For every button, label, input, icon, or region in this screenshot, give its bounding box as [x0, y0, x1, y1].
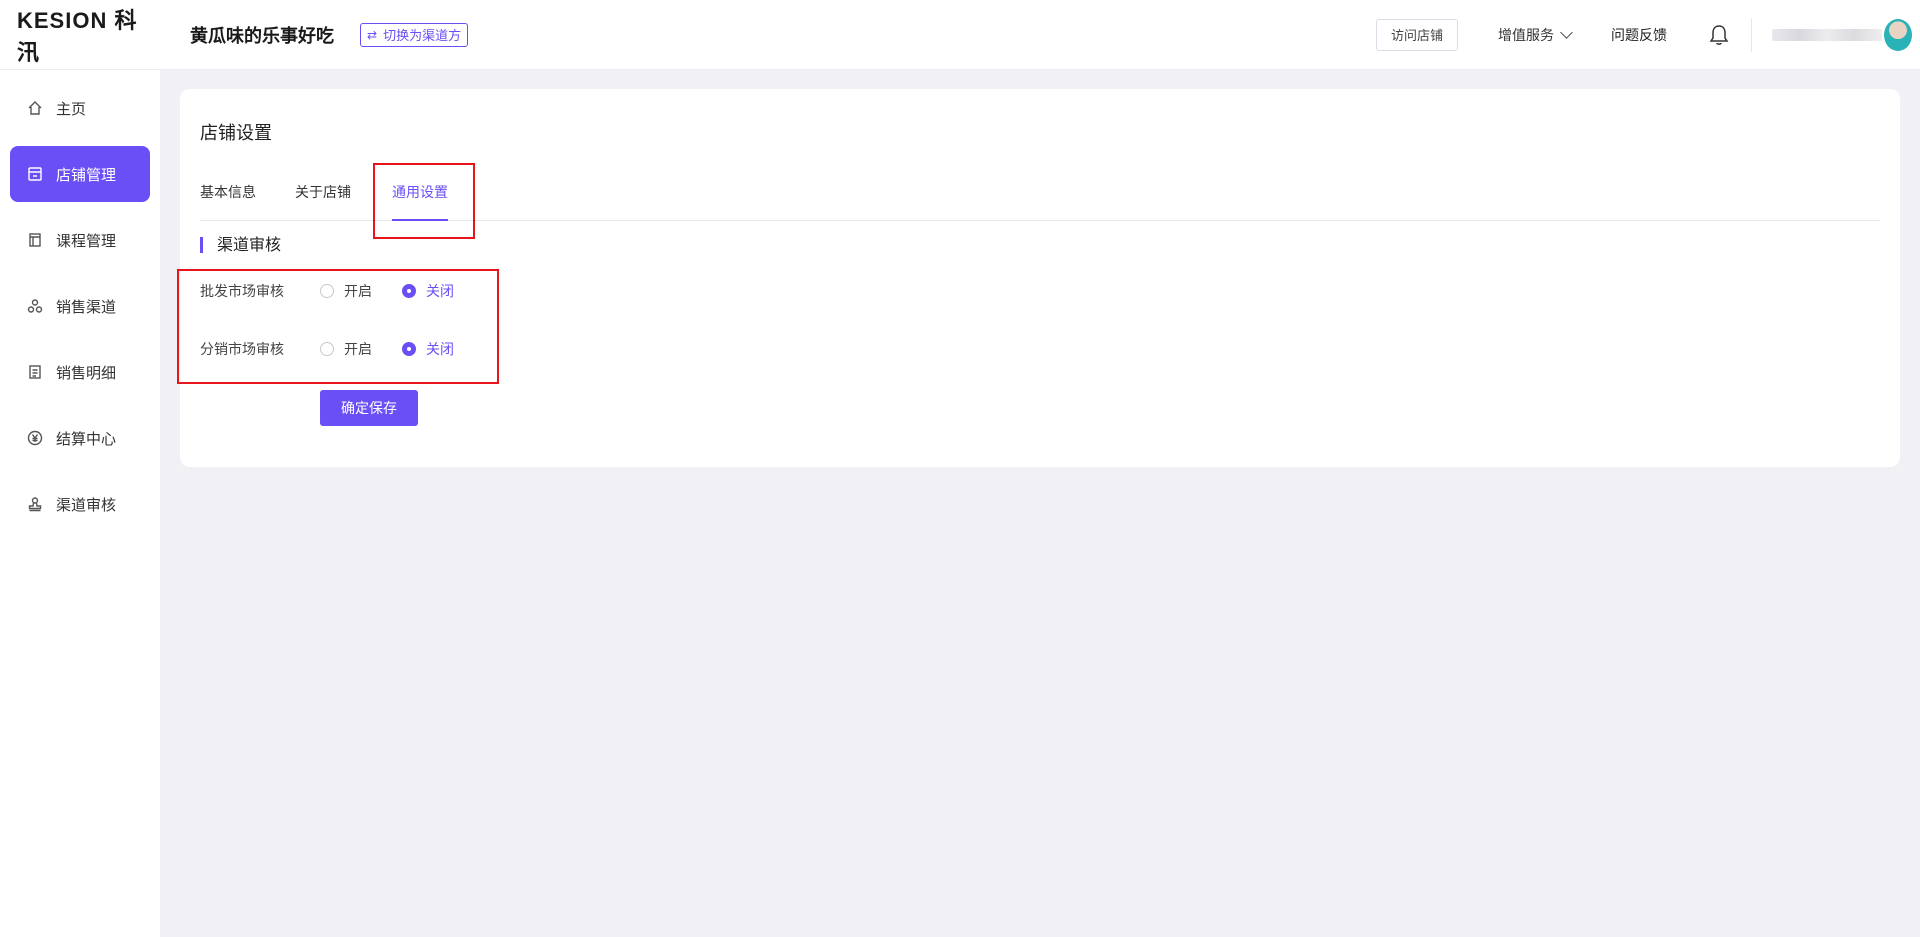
detail-icon: [26, 363, 44, 381]
yuan-icon: [26, 429, 44, 447]
sidebar-item-label: 主页: [56, 99, 87, 118]
tab-general-settings[interactable]: 通用设置: [392, 181, 448, 221]
wholesale-review-off-radio[interactable]: 关闭: [402, 281, 454, 301]
course-icon: [26, 231, 44, 249]
sidebar: 主页 店铺管理 课程管理 销售渠道 销售明细 结算中心 渠道审核: [0, 70, 160, 937]
sidebar-item-course-management[interactable]: 课程管理: [10, 212, 150, 268]
distribution-review-off-radio[interactable]: 关闭: [402, 339, 454, 359]
sidebar-item-sales-detail[interactable]: 销售明细: [10, 344, 150, 400]
switch-icon: ⇄: [367, 27, 378, 42]
switch-label: 切换为渠道方: [383, 29, 462, 44]
header-divider: [1751, 17, 1752, 52]
sidebar-item-home[interactable]: 主页: [10, 80, 150, 136]
radio-label: 关闭: [426, 342, 454, 358]
sidebar-item-sales-channel[interactable]: 销售渠道: [10, 278, 150, 334]
section-title-channel-review: 渠道审核: [200, 237, 281, 253]
switch-to-channel-button[interactable]: ⇄ 切换为渠道方: [360, 22, 469, 47]
distribution-review-label: 分销市场审核: [200, 342, 284, 358]
home-icon: [26, 99, 44, 117]
sidebar-item-channel-review[interactable]: 渠道审核: [10, 476, 150, 532]
radio-circle: [320, 284, 334, 298]
username-blurred: [1772, 28, 1882, 41]
bell-icon[interactable]: [1709, 24, 1729, 46]
wholesale-review-row: 批发市场审核 开启 关闭: [200, 281, 484, 301]
wholesale-review-on-radio[interactable]: 开启: [320, 281, 372, 301]
visit-store-button[interactable]: 访问店铺: [1375, 18, 1458, 51]
header-right: 访问店铺 增值服务 问题反馈: [1375, 0, 1920, 70]
chevron-down-icon: [1560, 25, 1573, 39]
distribution-review-on-radio[interactable]: 开启: [320, 339, 372, 359]
top-header: KESION 科汛 黄瓜味的乐事好吃 ⇄ 切换为渠道方 访问店铺 增值服务 问题…: [0, 0, 1920, 70]
radio-label: 开启: [344, 342, 372, 358]
wholesale-review-label: 批发市场审核: [200, 284, 284, 300]
sidebar-item-label: 结算中心: [56, 429, 117, 448]
sidebar-item-label: 销售渠道: [56, 297, 117, 316]
sidebar-item-label: 销售明细: [56, 363, 117, 382]
value-added-services-menu[interactable]: 增值服务: [1498, 25, 1573, 45]
tab-about-store[interactable]: 关于店铺: [295, 181, 351, 221]
distribution-review-row: 分销市场审核 开启 关闭: [200, 339, 484, 359]
store-icon: [26, 165, 44, 183]
radio-label: 关闭: [426, 284, 454, 300]
sidebar-item-store-management[interactable]: 店铺管理: [10, 146, 150, 202]
stamp-icon: [26, 495, 44, 513]
channel-icon: [26, 297, 44, 315]
feedback-link[interactable]: 问题反馈: [1611, 25, 1667, 45]
radio-circle: [402, 342, 416, 356]
sidebar-item-label: 渠道审核: [56, 495, 117, 514]
shop-name: 黄瓜味的乐事好吃: [190, 25, 334, 47]
radio-circle: [320, 342, 334, 356]
sidebar-item-settlement-center[interactable]: 结算中心: [10, 410, 150, 466]
page-title: 店铺设置: [200, 123, 272, 144]
kesion-logo[interactable]: KESION 科汛: [0, 0, 160, 70]
settings-tabs: 基本信息 关于店铺 通用设置: [200, 181, 1880, 221]
store-settings-card: 店铺设置 基本信息 关于店铺 通用设置 渠道审核 批发市场审核 开启 关闭 分销…: [180, 89, 1900, 467]
sidebar-item-label: 课程管理: [56, 231, 117, 250]
sidebar-item-label: 店铺管理: [56, 165, 117, 184]
tab-basic-info[interactable]: 基本信息: [200, 181, 256, 221]
value-added-label: 增值服务: [1498, 27, 1554, 44]
radio-label: 开启: [344, 284, 372, 300]
radio-circle: [402, 284, 416, 298]
avatar[interactable]: [1884, 18, 1912, 51]
save-button[interactable]: 确定保存: [320, 390, 418, 426]
